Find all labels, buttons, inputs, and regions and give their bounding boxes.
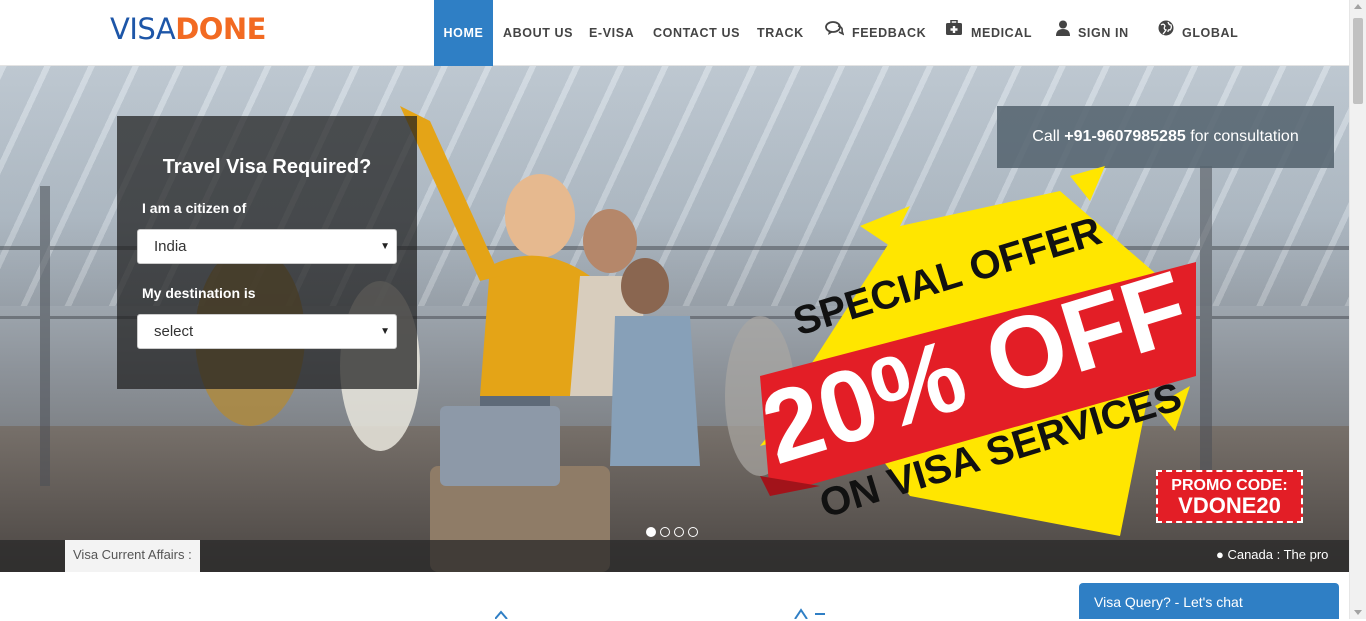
destination-label: My destination is [142, 285, 256, 301]
nav-e-visa[interactable]: E-VISA [589, 0, 634, 66]
nav-track-label: TRACK [757, 26, 804, 40]
nav-home-label: HOME [443, 26, 484, 40]
nav-contact-us[interactable]: CONTACT US [653, 0, 740, 66]
form-title: Travel Visa Required? [162, 156, 372, 178]
nav-track[interactable]: TRACK [757, 0, 804, 66]
carousel-dot-4[interactable] [688, 527, 698, 537]
nav-global[interactable]: GLOBAL [1158, 0, 1238, 66]
nav-e-visa-label: E-VISA [589, 26, 635, 40]
ticker-news-item[interactable]: ● Canada : The pro [1216, 540, 1349, 572]
nav-about-us[interactable]: ABOUT US [503, 0, 573, 66]
logo-text-visa: VISA [110, 12, 176, 46]
logo-text-done: DONE [175, 12, 266, 46]
top-navbar: VISADONE HOME ABOUT US E-VISA CONTACT US… [0, 0, 1349, 66]
nav-feedback-label: FEEDBACK [852, 26, 927, 40]
hero-banner: Travel Visa Required? I am a citizen of … [0, 66, 1349, 572]
chevron-down-icon: ▼ [380, 241, 390, 252]
nav-home[interactable]: HOME [434, 0, 493, 66]
visa-search-form: Travel Visa Required? I am a citizen of … [117, 116, 417, 389]
nav-contact-us-label: CONTACT US [653, 26, 741, 40]
chat-button[interactable]: Visa Query? - Let's chat [1079, 583, 1339, 619]
promo-code: VDONE20 [1178, 493, 1281, 518]
special-offer-graphic: SPECIAL OFFER 20% OFF ON VISA SERVICES [760, 166, 1200, 536]
destination-select[interactable]: select ▼ [137, 314, 397, 349]
nav-sign-in[interactable]: SIGN IN [1056, 0, 1129, 66]
destination-select-value: select [154, 323, 194, 340]
call-prefix: Call [1032, 128, 1060, 145]
call-suffix: for consultation [1190, 128, 1299, 145]
scroll-up-arrow-icon[interactable] [1354, 4, 1362, 9]
carousel-dot-3[interactable] [674, 527, 684, 537]
citizen-select-value: India [154, 238, 187, 255]
carousel-dot-1[interactable] [646, 527, 656, 537]
carousel-dot-2[interactable] [660, 527, 670, 537]
globe-icon [1158, 0, 1174, 65]
citizen-select[interactable]: India ▼ [137, 229, 397, 264]
medkit-icon [945, 0, 963, 65]
news-ticker: Visa Current Affairs : ● Canada : The pr… [0, 540, 1349, 572]
ticker-label: Visa Current Affairs : [65, 540, 200, 572]
nav-about-us-label: ABOUT US [503, 26, 574, 40]
chevron-down-icon: ▼ [380, 326, 390, 337]
section-heading-partial [495, 608, 825, 619]
scroll-thumb[interactable] [1353, 18, 1363, 104]
scroll-down-arrow-icon[interactable] [1354, 610, 1362, 615]
user-icon [1056, 0, 1070, 65]
comments-icon [825, 0, 845, 65]
promo-code-badge: PROMO CODE: VDONE20 [1156, 470, 1303, 523]
nav-medical[interactable]: MEDICAL [945, 0, 1032, 66]
nav-medical-label: MEDICAL [971, 26, 1033, 40]
page-scrollbar[interactable] [1349, 0, 1366, 619]
nav-sign-in-label: SIGN IN [1078, 26, 1129, 40]
nav-global-label: GLOBAL [1182, 26, 1239, 40]
nav-feedback[interactable]: FEEDBACK [825, 0, 926, 66]
consultation-call-box[interactable]: Call +91-9607985285 for consultation [997, 106, 1334, 168]
citizen-label: I am a citizen of [142, 200, 247, 216]
call-phone-number[interactable]: +91-9607985285 [1064, 128, 1185, 145]
visadone-logo[interactable]: VISADONE [110, 14, 266, 44]
